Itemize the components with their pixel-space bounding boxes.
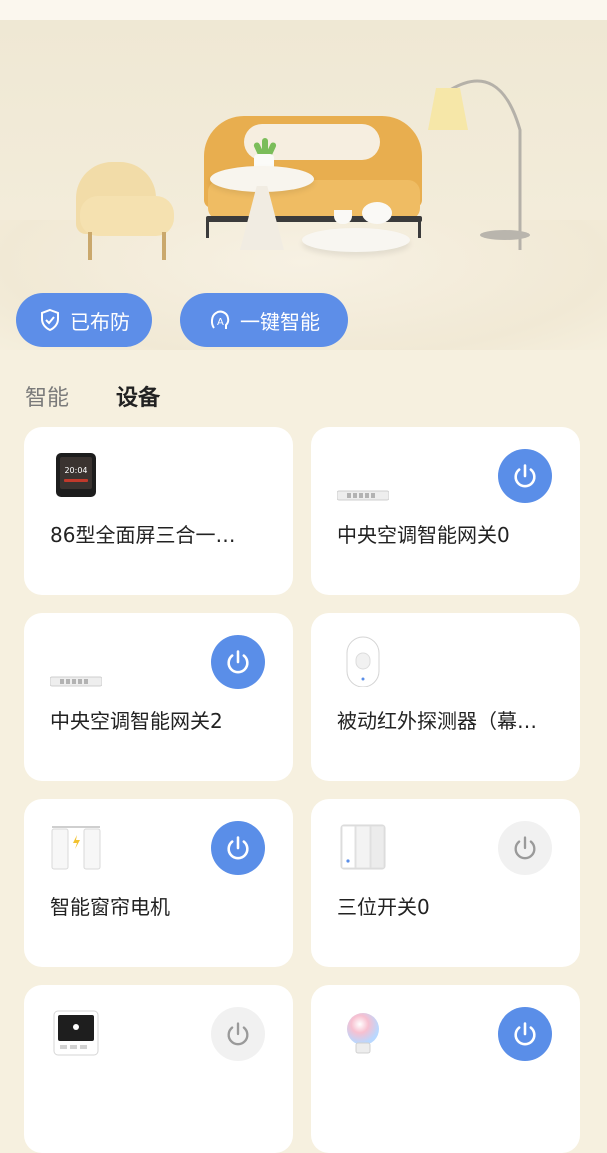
smart-label: 一键智能 [240,309,320,334]
sofa-leg [418,220,421,238]
svg-text:A: A [217,317,224,328]
teapot [362,202,392,224]
gateway-icon [49,635,103,687]
device-name: 被动红外探测器（幕… [337,709,537,733]
device-card[interactable]: 中央空调智能网关2 [24,613,293,781]
lamp-base [480,230,530,240]
power-button[interactable] [498,449,552,503]
tea-table [302,228,410,252]
power-button[interactable] [498,1007,552,1061]
smart-panel-icon [50,1007,102,1059]
armchair-leg [162,232,166,260]
tab-devices[interactable]: 设备 [116,380,160,412]
status-bar [0,0,607,20]
smart-a-icon: A [208,308,232,332]
device-name: 中央空调智能网关2 [50,709,223,733]
device-name: 三位开关0 [337,895,430,919]
device-card[interactable] [24,985,293,1153]
motion-sensor-icon [337,635,389,688]
device-card[interactable]: 智能窗帘电机 [24,799,293,967]
device-card[interactable]: 被动红外探测器（幕… [311,613,580,781]
panel-clock: 20:04 [64,466,87,475]
power-icon [227,836,249,860]
touch-panel-icon: 20:04 [50,449,102,501]
device-card[interactable] [311,985,580,1153]
shield-check-icon [38,308,62,332]
armed-label: 已布防 [70,309,130,334]
device-name: 86型全面屏三合一… [50,523,236,547]
gateway-icon [336,449,390,501]
armchair-seat [80,196,174,236]
power-button[interactable] [211,821,265,875]
power-button[interactable] [211,635,265,689]
device-card[interactable]: 三位开关0 [311,799,580,967]
power-icon [514,464,536,488]
teacup [334,210,352,224]
tab-smart[interactable]: 智能 [25,380,69,412]
power-icon [227,1022,249,1046]
device-name: 智能窗帘电机 [50,895,170,919]
one-key-smart-button[interactable]: A 一键智能 [180,293,348,347]
device-card[interactable]: 中央空调智能网关0 [311,427,580,595]
power-button[interactable] [498,821,552,875]
armchair-leg [88,232,92,260]
triple-switch-icon [337,821,389,873]
device-card[interactable]: 20:04 86型全面屏三合一… [24,427,293,595]
device-name: 中央空调智能网关0 [337,523,510,547]
sofa-leg [206,220,209,238]
power-icon [514,836,536,860]
power-button[interactable] [211,1007,265,1061]
armed-button[interactable]: 已布防 [16,293,152,347]
smart-bulb-icon [337,1007,389,1059]
power-icon [514,1022,536,1046]
power-icon [227,650,249,674]
curtain-motor-icon [50,821,102,873]
